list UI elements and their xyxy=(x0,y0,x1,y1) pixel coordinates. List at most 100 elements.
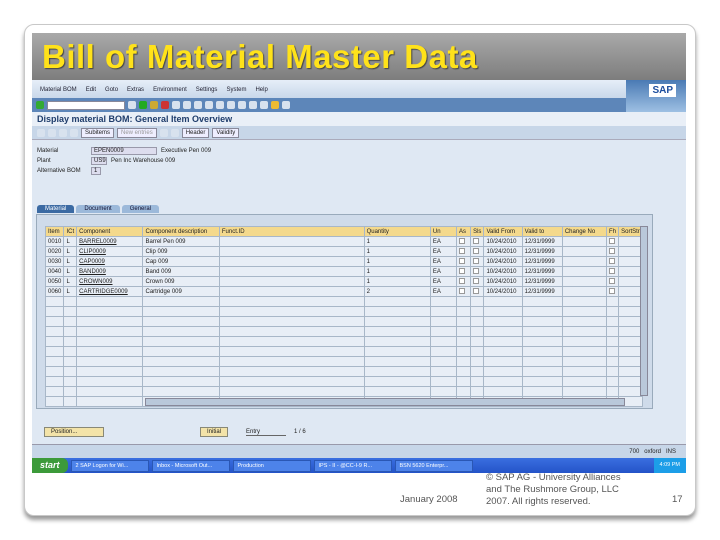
checkbox[interactable] xyxy=(459,277,465,284)
table-row[interactable] xyxy=(44,326,643,337)
component-link[interactable]: CARTRIDGE0009 xyxy=(76,286,144,297)
task-ips[interactable]: IPS - II - @CC-I-9 R... xyxy=(313,459,392,472)
cancel-icon[interactable] xyxy=(161,101,169,109)
prev-page-icon[interactable] xyxy=(216,101,224,109)
select-icon[interactable] xyxy=(170,128,179,137)
checkbox[interactable] xyxy=(609,257,616,264)
component-link[interactable]: CROWN009 xyxy=(76,276,144,287)
back-icon[interactable] xyxy=(139,101,147,109)
vertical-scrollbar[interactable] xyxy=(640,226,648,396)
checkbox[interactable] xyxy=(473,237,480,244)
tab-general[interactable]: General xyxy=(121,205,160,213)
column-header[interactable]: Item xyxy=(44,226,65,237)
table-row[interactable]: 0030 L CAP0009 Cap 009 1 EA 10/24/2010 12/31/99… xyxy=(44,256,643,267)
column-header[interactable]: SortStr xyxy=(618,226,643,237)
component-link[interactable]: BAND009 xyxy=(76,266,144,277)
menu-material-bom[interactable]: Material BOM xyxy=(40,87,77,93)
checkbox[interactable] xyxy=(609,267,616,274)
column-header[interactable]: Component xyxy=(76,226,144,237)
other-bom-icon[interactable] xyxy=(48,128,56,137)
table-row[interactable] xyxy=(44,296,643,307)
where-used-icon[interactable] xyxy=(70,128,78,137)
menu-settings[interactable]: Settings xyxy=(196,87,218,93)
table-row[interactable]: 0060 L CARTRIDGE0009 Cartridge 009 2 EA 10/24/… xyxy=(44,286,643,297)
component-link[interactable]: CAP0009 xyxy=(76,256,144,267)
first-page-icon[interactable] xyxy=(205,101,213,109)
horizontal-scrollbar[interactable] xyxy=(145,398,625,406)
column-header[interactable]: Change No xyxy=(561,226,608,237)
table-row[interactable] xyxy=(44,316,643,327)
alt-bom-field[interactable]: 1 xyxy=(91,167,101,175)
tab-material[interactable]: Material xyxy=(37,205,75,213)
column-header[interactable]: Component description xyxy=(142,226,220,237)
checkbox[interactable] xyxy=(473,277,480,284)
table-row[interactable] xyxy=(44,366,643,377)
find-icon[interactable] xyxy=(183,101,191,109)
last-page-icon[interactable] xyxy=(238,101,246,109)
exit-icon[interactable] xyxy=(150,101,158,109)
checkbox[interactable] xyxy=(609,247,616,254)
column-header[interactable]: Un xyxy=(429,226,458,237)
print-icon[interactable] xyxy=(172,101,180,109)
checkbox[interactable] xyxy=(459,237,465,244)
start-button[interactable]: start xyxy=(32,458,68,473)
new-entries-button[interactable]: New entries xyxy=(117,127,157,138)
task-outlook[interactable]: Inbox - Microsoft Out... xyxy=(151,459,230,472)
table-row[interactable] xyxy=(44,346,643,357)
table-row[interactable]: 0010 L BARREL0009 Barrel Pen 009 1 EA 10/24/20… xyxy=(44,236,643,247)
plant-field[interactable]: US9 xyxy=(91,157,107,165)
table-row[interactable]: 0050 L CROWN009 Crown 009 1 EA 10/24/2010 12/31… xyxy=(44,276,643,287)
column-header[interactable]: Sls xyxy=(470,226,485,237)
table-row[interactable] xyxy=(44,356,643,367)
table-row[interactable] xyxy=(44,306,643,317)
checkbox[interactable] xyxy=(609,277,616,284)
table-row[interactable]: 0040 L BAND009 Band 009 1 EA 10/24/2010 12/31/9… xyxy=(44,266,643,277)
tab-document[interactable]: Document xyxy=(76,205,120,213)
position-button[interactable]: Position... xyxy=(44,427,104,437)
column-header[interactable]: Funct.ID xyxy=(218,226,365,237)
menu-environment[interactable]: Environment xyxy=(153,87,187,93)
menu-extras[interactable]: Extras xyxy=(127,87,144,93)
table-row[interactable]: 0020 L CLIP0009 Clip 009 1 EA 10/24/2010 12/31/… xyxy=(44,246,643,257)
table-row[interactable] xyxy=(44,376,643,387)
checkbox[interactable] xyxy=(609,287,616,294)
menu-goto[interactable]: Goto xyxy=(105,87,118,93)
column-header[interactable]: Valid From xyxy=(483,226,523,237)
table-row[interactable] xyxy=(44,336,643,347)
checkbox[interactable] xyxy=(459,257,465,264)
task-sap-logon[interactable]: 2 SAP Logon for Wi... xyxy=(70,459,149,472)
checkbox[interactable] xyxy=(473,257,480,264)
menu-system[interactable]: System xyxy=(226,87,246,93)
task-production[interactable]: Production xyxy=(232,459,311,472)
help-icon[interactable] xyxy=(271,101,279,109)
display-change-icon[interactable] xyxy=(37,128,45,137)
command-field[interactable] xyxy=(47,100,125,110)
column-header[interactable]: Quantity xyxy=(363,226,431,237)
checkbox[interactable] xyxy=(473,287,480,294)
enter-icon[interactable] xyxy=(36,101,44,109)
column-header[interactable]: Fh xyxy=(606,226,620,237)
next-page-icon[interactable] xyxy=(227,101,235,109)
subitems-button[interactable]: Subitems xyxy=(81,127,115,138)
checkbox[interactable] xyxy=(459,247,465,254)
task-bsn[interactable]: BSN 5620 Enterpr... xyxy=(394,459,473,472)
menu-edit[interactable]: Edit xyxy=(86,87,96,93)
component-link[interactable]: BARREL0009 xyxy=(76,236,144,247)
checkbox[interactable] xyxy=(459,287,465,294)
shortcut-icon[interactable] xyxy=(260,101,268,109)
layout-icon[interactable] xyxy=(282,101,290,109)
initial-button[interactable]: Initial xyxy=(200,427,229,437)
column-header[interactable]: Valid to xyxy=(521,226,563,237)
column-header[interactable]: As xyxy=(455,226,472,237)
table-row[interactable] xyxy=(44,386,643,397)
save-icon[interactable] xyxy=(128,101,136,109)
material-field[interactable]: EPEN0009 xyxy=(91,147,157,155)
checkbox[interactable] xyxy=(473,247,480,254)
validity-button[interactable]: Validity xyxy=(212,127,240,138)
find-next-icon[interactable] xyxy=(194,101,202,109)
checkbox[interactable] xyxy=(609,237,616,244)
header-button[interactable]: Header xyxy=(181,127,210,138)
new-session-icon[interactable] xyxy=(249,101,257,109)
component-link[interactable]: CLIP0009 xyxy=(76,246,144,257)
copy-icon[interactable] xyxy=(159,128,168,137)
